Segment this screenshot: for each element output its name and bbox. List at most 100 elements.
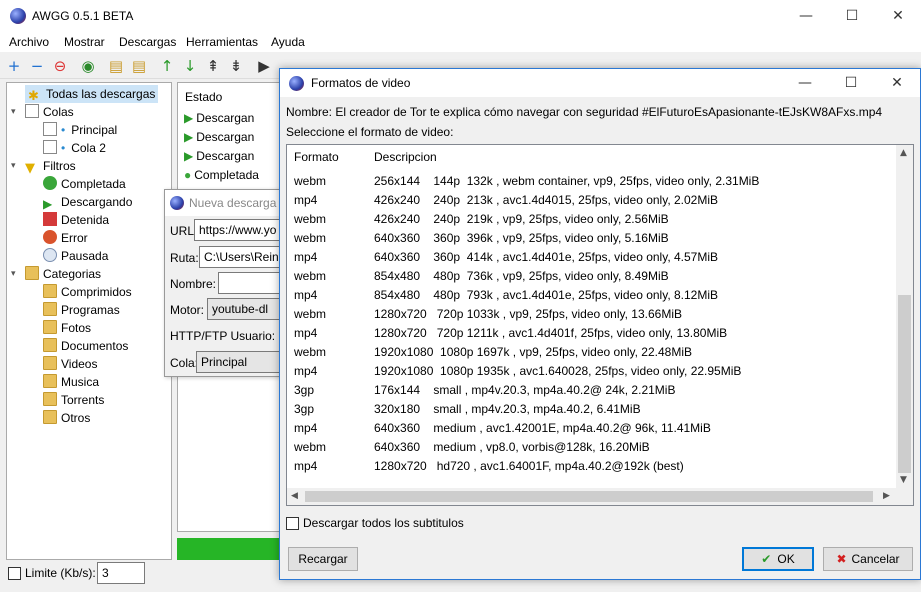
- queue-icon: [43, 140, 57, 154]
- maximize-icon[interactable]: ☐: [828, 69, 874, 97]
- sidebar-item-label: Pausada: [61, 249, 109, 263]
- list-item[interactable]: mp4 1920x1080 1080p 1935k , avc1.640028, …: [287, 362, 897, 381]
- sidebar-item-comprimidos[interactable]: Comprimidos: [43, 283, 132, 301]
- sidebar-item-cola2[interactable]: • Cola 2: [43, 139, 106, 157]
- description-cell: 640x360 medium , avc1.42001E, mp4a.40.2@…: [374, 421, 711, 435]
- format-cell: 3gp: [294, 402, 315, 416]
- move-top-icon[interactable]: ⇞: [204, 57, 222, 75]
- minimize-icon[interactable]: —: [783, 0, 829, 32]
- menu-archivo[interactable]: Archivo: [9, 35, 49, 49]
- globe-icon[interactable]: ◉: [79, 57, 97, 75]
- list-item[interactable]: mp4 1280x720 720p 1211k , avc1.4d401f, 25…: [287, 324, 897, 343]
- table-row[interactable]: ▶ Descargan: [184, 130, 254, 144]
- play-icon: ▶: [184, 130, 194, 144]
- sidebar-item-label: Cola 2: [71, 141, 106, 155]
- sidebar-item-label: Musica: [61, 375, 100, 389]
- scroll-thumb[interactable]: [898, 295, 911, 473]
- maximize-icon[interactable]: ☐: [829, 0, 875, 32]
- sidebar-item-label: Otros: [61, 411, 91, 425]
- play-icon[interactable]: ▶: [255, 57, 273, 75]
- list-item[interactable]: webm 640x360 medium , vp8.0, vorbis@128k,…: [287, 438, 897, 457]
- menu-herramientas[interactable]: Herramientas: [186, 35, 258, 49]
- sidebar-item-programas[interactable]: Programas: [43, 301, 120, 319]
- list-item[interactable]: mp4 854x480 480p 793k , avc1.4d401e, 25fp…: [287, 286, 897, 305]
- table-row[interactable]: ▶ Descargan: [184, 111, 254, 125]
- sidebar-item-musica[interactable]: Musica: [43, 373, 99, 391]
- minimize-icon[interactable]: —: [782, 69, 828, 97]
- sidebar-item-documentos[interactable]: Documentos: [43, 337, 128, 355]
- sidebar-item-videos[interactable]: Videos: [43, 355, 97, 373]
- menu-mostrar[interactable]: Mostrar: [64, 35, 105, 49]
- sidebar-item-colas[interactable]: Colas: [25, 103, 74, 121]
- reload-button[interactable]: Recargar: [288, 547, 358, 571]
- limit-spinner[interactable]: 3: [97, 562, 145, 584]
- menu-ayuda[interactable]: Ayuda: [271, 35, 305, 49]
- sidebar-item-label: Torrents: [61, 393, 105, 407]
- sidebar-item-filtros[interactable]: ▼ Filtros: [25, 157, 76, 176]
- scroll-thumb[interactable]: [305, 491, 873, 502]
- table-row[interactable]: ▶ Descargan: [184, 149, 254, 163]
- list-item[interactable]: webm 426x240 240p 219k , vp9, 25fps, vide…: [287, 210, 897, 229]
- cancel-button[interactable]: ✖ Cancelar: [823, 547, 913, 571]
- column-header-estado[interactable]: Estado: [185, 90, 222, 104]
- sidebar-item-otros[interactable]: Otros: [43, 409, 90, 427]
- format-cell: webm: [294, 307, 327, 321]
- sidebar-item-pausada[interactable]: Pausada: [43, 247, 108, 265]
- sidebar-item-torrents[interactable]: Torrents: [43, 391, 104, 409]
- subtitles-checkbox[interactable]: [286, 517, 299, 530]
- folder-icon: [43, 320, 57, 334]
- list-item[interactable]: mp4 640x360 medium , avc1.42001E, mp4a.40…: [287, 419, 897, 438]
- select-format-label: Seleccione el formato de video:: [286, 125, 454, 139]
- move-down-icon[interactable]: ↓: [181, 57, 199, 75]
- ok-button[interactable]: ✔ OK: [742, 547, 814, 571]
- scroll-down-icon[interactable]: ▼: [900, 475, 907, 485]
- app-icon: [289, 76, 304, 91]
- close-icon[interactable]: ✕: [875, 0, 921, 32]
- close-icon[interactable]: ✕: [874, 69, 920, 97]
- stop-all-icon[interactable]: ⊖: [51, 57, 69, 75]
- sidebar-item-principal[interactable]: • Principal: [43, 121, 117, 139]
- sidebar-item-fotos[interactable]: Fotos: [43, 319, 91, 337]
- sidebar-item-completada[interactable]: Completada: [43, 175, 126, 193]
- column-header-formato[interactable]: Formato: [294, 150, 339, 164]
- check-icon: ●: [184, 168, 192, 182]
- chevron-down-icon[interactable]: ▾: [11, 107, 16, 117]
- list-item[interactable]: 3gp 320x180 small , mp4v.20.3, mp4a.40.2,…: [287, 400, 897, 419]
- list-item[interactable]: webm 854x480 480p 736k , vp9, 25fps, vide…: [287, 267, 897, 286]
- sidebar-item-detenida[interactable]: Detenida: [43, 211, 109, 229]
- folder-open-icon[interactable]: ▤: [130, 57, 148, 75]
- list-item[interactable]: mp4 1280x720 hd720 , avc1.64001F, mp4a.40…: [287, 457, 897, 476]
- remove-icon[interactable]: −: [28, 57, 46, 75]
- vertical-scrollbar[interactable]: ▲ ▼: [896, 145, 913, 489]
- chevron-down-icon[interactable]: ▾: [11, 269, 16, 279]
- horizontal-scrollbar[interactable]: ◀ ▶: [287, 488, 913, 505]
- folder-icon: [43, 374, 57, 388]
- scroll-left-icon[interactable]: ◀: [291, 491, 298, 501]
- list-item[interactable]: webm 1920x1080 1080p 1697k , vp9, 25fps, …: [287, 343, 897, 362]
- sidebar-item-label: Videos: [61, 357, 98, 371]
- list-item[interactable]: mp4 426x240 240p 213k , avc1.4d4015, 25fp…: [287, 191, 897, 210]
- sidebar-item-descargando[interactable]: ▶ Descargando: [43, 193, 132, 211]
- menu-descargas[interactable]: Descargas: [119, 35, 176, 49]
- scroll-up-icon[interactable]: ▲: [900, 148, 907, 158]
- table-row[interactable]: ● Completada: [184, 168, 259, 182]
- list-item[interactable]: webm 256x144 144p 132k , webm container, …: [287, 172, 897, 191]
- sidebar-item-categorias[interactable]: Categorias: [25, 265, 101, 283]
- scroll-right-icon[interactable]: ▶: [883, 491, 890, 501]
- move-bottom-icon[interactable]: ⇟: [227, 57, 245, 75]
- description-cell: 1920x1080 1080p 1697k , vp9, 25fps, vide…: [374, 345, 693, 359]
- list-item[interactable]: 3gp 176x144 small , mp4v.20.3, mp4a.40.2@…: [287, 381, 897, 400]
- description-cell: 640x360 360p 396k , vp9, 25fps, video on…: [374, 231, 669, 245]
- add-icon[interactable]: +: [5, 57, 23, 75]
- column-header-descripcion[interactable]: Descripcion: [374, 150, 437, 164]
- folder-icon[interactable]: ▤: [107, 57, 125, 75]
- sidebar-item-all[interactable]: ✱ Todas las descargas: [25, 85, 159, 104]
- chevron-down-icon[interactable]: ▾: [11, 161, 16, 171]
- limit-checkbox[interactable]: [8, 567, 21, 580]
- sidebar-item-error[interactable]: Error: [43, 229, 88, 247]
- move-up-icon[interactable]: ↑: [158, 57, 176, 75]
- list-item[interactable]: mp4 640x360 360p 414k , avc1.4d401e, 25fp…: [287, 248, 897, 267]
- list-item[interactable]: webm 640x360 360p 396k , vp9, 25fps, vide…: [287, 229, 897, 248]
- format-cell: mp4: [294, 326, 318, 340]
- list-item[interactable]: webm 1280x720 720p 1033k , vp9, 25fps, vi…: [287, 305, 897, 324]
